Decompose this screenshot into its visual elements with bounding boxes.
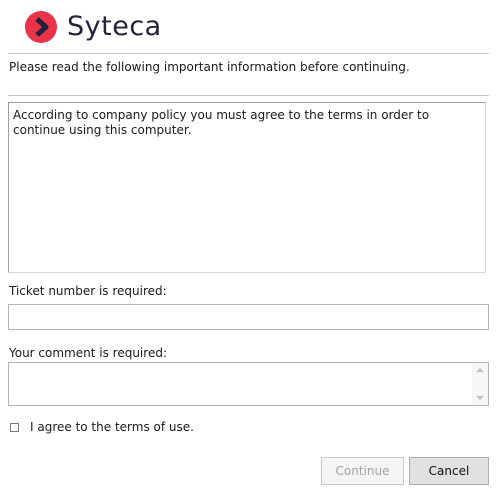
policy-text-box[interactable]: According to company policy you must agr… — [8, 102, 486, 273]
comment-scrollbar[interactable] — [472, 363, 488, 405]
comment-field[interactable] — [8, 362, 489, 406]
agree-terms-checkbox-row[interactable]: I agree to the terms of use. — [10, 420, 194, 434]
scroll-down-icon[interactable] — [476, 396, 484, 400]
ticket-number-input[interactable] — [8, 304, 489, 330]
header-divider — [8, 53, 489, 54]
syteca-logo: Syteca — [24, 9, 162, 45]
agree-label: I agree to the terms of use. — [30, 420, 194, 434]
continue-button[interactable]: Continue — [321, 457, 404, 485]
ticket-label: Ticket number is required: — [9, 284, 167, 298]
scroll-up-icon[interactable] — [476, 368, 484, 372]
cancel-button[interactable]: Cancel — [409, 457, 489, 485]
intro-divider — [8, 95, 489, 96]
comment-label: Your comment is required: — [9, 346, 167, 360]
intro-text: Please read the following important info… — [9, 60, 410, 74]
brand-name: Syteca — [67, 11, 162, 42]
agree-checkbox[interactable] — [10, 422, 19, 432]
comment-textarea[interactable] — [9, 363, 472, 405]
syteca-logo-icon — [25, 11, 57, 43]
